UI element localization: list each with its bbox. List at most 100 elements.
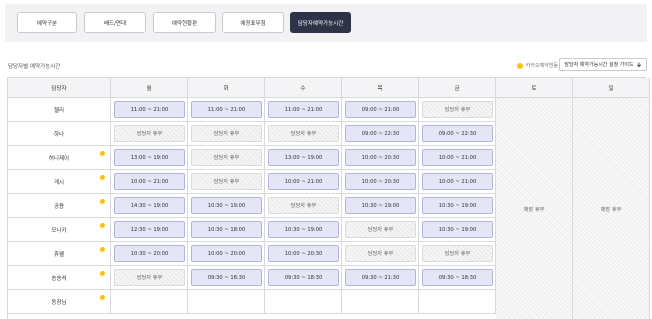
weekend-closed-cell: 매장 휴무 <box>573 98 650 319</box>
schedule-cell[interactable]: 09:30 ~ 18:30 <box>419 266 496 290</box>
schedule-cell[interactable]: 담당자 휴무 <box>265 122 342 146</box>
schedule-cell[interactable]: 10:30 ~ 19:00 <box>342 194 419 218</box>
schedule-cell[interactable]: 10:30 ~ 19:00 <box>419 194 496 218</box>
schedule-cell[interactable]: 10:00 ~ 20:30 <box>342 146 419 170</box>
available-time-slot[interactable]: 09:30 ~ 18:30 <box>268 269 339 286</box>
schedule-cell[interactable]: 13:00 ~ 19:00 <box>265 146 342 170</box>
schedule-cell[interactable]: 담당자 휴무 <box>419 242 496 266</box>
schedule-cell[interactable]: 담당자 휴무 <box>342 218 419 242</box>
schedule-cell[interactable]: 10:30 ~ 18:00 <box>188 218 265 242</box>
schedule-cell[interactable]: 10:30 ~ 19:00 <box>265 218 342 242</box>
schedule-cell[interactable] <box>419 290 496 314</box>
setting-guide-button[interactable]: 담당자 예약가능시간 설정 가이드 <box>559 58 647 71</box>
schedule-cell[interactable]: 10:00 ~ 21:00 <box>265 170 342 194</box>
available-time-slot[interactable]: 13:00 ~ 19:00 <box>268 149 339 166</box>
schedule-cell[interactable]: 담당자 휴무 <box>188 146 265 170</box>
staff-off-slot[interactable]: 담당자 휴무 <box>268 197 339 214</box>
tab-reservation-type[interactable]: 예약구분 <box>17 12 77 33</box>
staff-off-slot[interactable]: 담당자 휴무 <box>114 269 185 286</box>
schedule-cell[interactable]: 10:00 ~ 21:00 <box>111 170 188 194</box>
schedule-cell[interactable]: 13:00 ~ 19:00 <box>111 146 188 170</box>
schedule-cell[interactable]: 담당자 휴무 <box>188 170 265 194</box>
day-column-header: 수 <box>265 78 342 98</box>
schedule-cell[interactable]: 10:30 ~ 19:00 <box>188 194 265 218</box>
available-time-slot[interactable]: 09:30 ~ 18:30 <box>191 269 262 286</box>
tab-schedule[interactable]: 예정표무침 <box>222 12 284 33</box>
schedule-cell[interactable]: 담당자 휴무 <box>342 242 419 266</box>
available-time-slot[interactable]: 10:30 ~ 19:00 <box>268 221 339 238</box>
available-time-slot[interactable]: 10:30 ~ 19:00 <box>345 197 416 214</box>
schedule-cell[interactable]: 담당자 휴무 <box>419 98 496 122</box>
schedule-cell[interactable]: 10:00 ~ 21:00 <box>419 146 496 170</box>
available-time-slot[interactable]: 10:00 ~ 20:30 <box>268 245 339 262</box>
schedule-cell[interactable]: 09:00 ~ 22:30 <box>419 122 496 146</box>
staff-off-slot[interactable]: 담당자 휴무 <box>191 173 262 190</box>
available-time-slot[interactable]: 09:00 ~ 21:00 <box>345 101 416 118</box>
staff-off-slot[interactable]: 담당자 휴무 <box>268 125 339 142</box>
staff-off-slot[interactable]: 담당자 휴무 <box>114 125 185 142</box>
schedule-cell[interactable]: 11:00 ~ 21:00 <box>265 98 342 122</box>
schedule-cell[interactable]: 09:30 ~ 18:30 <box>265 266 342 290</box>
available-time-slot[interactable]: 09:00 ~ 22:30 <box>422 125 493 142</box>
day-column-header: 일 <box>573 78 650 98</box>
available-time-slot[interactable]: 10:00 ~ 21:00 <box>422 173 493 190</box>
tab-reservation-board[interactable]: 예약현황판 <box>153 12 216 33</box>
schedule-cell[interactable] <box>188 290 265 314</box>
day-column-header: 화 <box>188 78 265 98</box>
schedule-cell[interactable]: 12:30 ~ 19:00 <box>111 218 188 242</box>
schedule-cell[interactable]: 11:00 ~ 21:00 <box>188 98 265 122</box>
available-time-slot[interactable]: 10:00 ~ 21:00 <box>422 149 493 166</box>
tab-bed-rental[interactable]: 배드/연대 <box>84 12 146 33</box>
schedule-cell[interactable]: 10:00 ~ 20:30 <box>265 242 342 266</box>
schedule-cell[interactable]: 14:30 ~ 19:00 <box>111 194 188 218</box>
schedule-cell[interactable]: 09:00 ~ 22:30 <box>342 122 419 146</box>
schedule-cell[interactable]: 10:30 ~ 20:00 <box>111 242 188 266</box>
schedule-cell[interactable]: 10:00 ~ 21:00 <box>419 170 496 194</box>
staff-off-slot[interactable]: 담당자 휴무 <box>422 245 493 262</box>
schedule-cell[interactable]: 09:30 ~ 18:30 <box>188 266 265 290</box>
available-time-slot[interactable]: 10:30 ~ 20:00 <box>114 245 185 262</box>
staff-name-cell: 하나 <box>8 122 111 146</box>
available-time-slot[interactable]: 13:00 ~ 19:00 <box>114 149 185 166</box>
available-time-slot[interactable]: 11:00 ~ 21:00 <box>268 101 339 118</box>
schedule-cell[interactable] <box>342 290 419 314</box>
schedule-cell[interactable]: 11:00 ~ 21:00 <box>111 98 188 122</box>
schedule-cell[interactable] <box>111 290 188 314</box>
available-time-slot[interactable]: 09:30 ~ 21:30 <box>345 269 416 286</box>
available-time-slot[interactable]: 11:00 ~ 21:00 <box>114 101 185 118</box>
available-time-slot[interactable]: 14:30 ~ 19:00 <box>114 197 185 214</box>
available-time-slot[interactable]: 10:00 ~ 21:00 <box>114 173 185 190</box>
available-time-slot[interactable]: 10:00 ~ 21:00 <box>268 173 339 190</box>
available-time-slot[interactable]: 10:30 ~ 18:00 <box>191 221 262 238</box>
tab-staff-available-time[interactable]: 담당자예약가능시간 <box>290 12 351 33</box>
schedule-cell[interactable]: 10:00 ~ 20:00 <box>188 242 265 266</box>
staff-off-slot[interactable]: 담당자 휴무 <box>191 149 262 166</box>
day-column-header: 토 <box>496 78 573 98</box>
schedule-cell[interactable]: 09:00 ~ 21:00 <box>342 98 419 122</box>
schedule-cell[interactable]: 09:30 ~ 21:30 <box>342 266 419 290</box>
schedule-cell[interactable]: 담당자 휴무 <box>111 266 188 290</box>
staff-name: 헬리 <box>53 107 65 114</box>
staff-off-slot[interactable]: 담당자 휴무 <box>422 101 493 118</box>
schedule-cell[interactable]: 담당자 휴무 <box>188 122 265 146</box>
schedule-cell[interactable]: 담당자 휴무 <box>265 194 342 218</box>
staff-off-slot[interactable]: 담당자 휴무 <box>191 125 262 142</box>
schedule-cell[interactable]: 10:30 ~ 19:00 <box>419 218 496 242</box>
schedule-cell[interactable] <box>265 290 342 314</box>
available-time-slot[interactable]: 10:00 ~ 20:30 <box>345 149 416 166</box>
kakao-dot-icon <box>100 175 105 180</box>
schedule-cell[interactable]: 10:00 ~ 20:30 <box>342 170 419 194</box>
available-time-slot[interactable]: 09:30 ~ 18:30 <box>422 269 493 286</box>
available-time-slot[interactable]: 12:30 ~ 19:00 <box>114 221 185 238</box>
download-arrow-icon <box>636 62 641 67</box>
schedule-cell[interactable]: 담당자 휴무 <box>111 122 188 146</box>
available-time-slot[interactable]: 09:00 ~ 22:30 <box>345 125 416 142</box>
available-time-slot[interactable]: 10:30 ~ 19:00 <box>191 197 262 214</box>
available-time-slot[interactable]: 10:30 ~ 19:00 <box>422 221 493 238</box>
available-time-slot[interactable]: 10:00 ~ 20:00 <box>191 245 262 262</box>
available-time-slot[interactable]: 10:30 ~ 19:00 <box>422 197 493 214</box>
available-time-slot[interactable]: 11:00 ~ 21:00 <box>191 101 262 118</box>
available-time-slot[interactable]: 10:00 ~ 20:30 <box>345 173 416 190</box>
staff-off-slot[interactable]: 담당자 휴무 <box>345 245 416 262</box>
staff-off-slot[interactable]: 담당자 휴무 <box>345 221 416 238</box>
